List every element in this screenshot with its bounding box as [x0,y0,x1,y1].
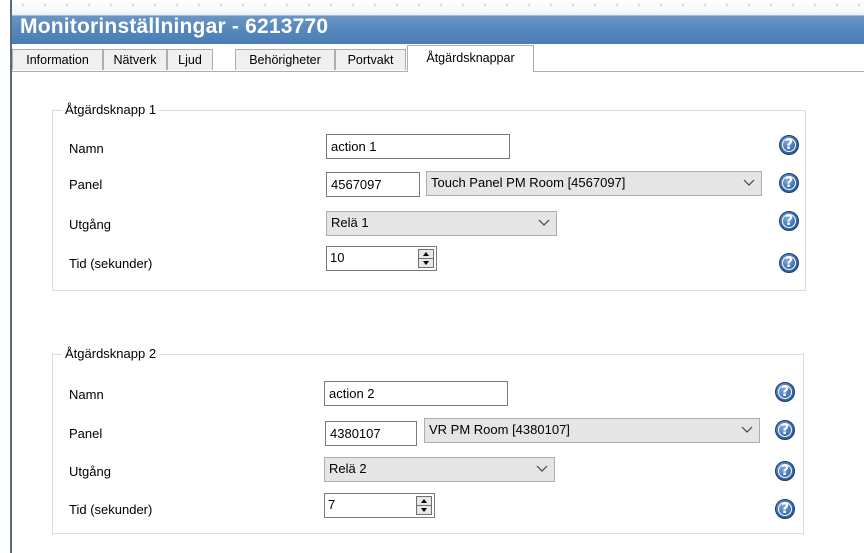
tab-strip: Information Nätverk Ljud Behörigheter Po… [12,44,864,72]
help-question-icon[interactable]: ? [775,499,795,519]
help-question-icon[interactable]: ? [775,461,795,481]
name-label: Namn [69,141,104,156]
tab-content: Åtgärdsknapp 1 Namn action 1 ? Panel 456… [12,72,864,553]
tab-information[interactable]: Information [12,49,103,70]
spin-down-icon[interactable] [419,259,433,267]
title-bar-pattern [12,0,864,14]
help-question-icon[interactable]: ? [775,382,795,402]
group-title: Åtgärdsknapp 1 [62,102,160,118]
help-question-icon[interactable]: ? [779,135,799,155]
time-spinner[interactable]: 7 [324,493,435,518]
spinner-buttons [416,496,432,515]
name-field[interactable]: action 2 [324,381,508,406]
time-label: Tid (sekunder) [69,502,153,517]
name-label: Namn [69,387,104,402]
output-label: Utgång [69,464,111,479]
chevron-down-icon [743,179,755,186]
panel-select-value: VR PM Room [4380107] [429,422,570,437]
tab-natverk[interactable]: Nätverk [103,49,167,70]
title-bar: Monitorinställningar - 6213770 [12,0,864,44]
tab-atgardsknappar[interactable]: Åtgärdsknappar [407,45,534,72]
help-question-icon[interactable]: ? [779,211,799,231]
panel-id-field[interactable]: 4567097 [326,172,420,197]
window-title: Monitorinställningar - 6213770 [20,15,329,38]
window-frame-left [0,0,12,553]
panel-label: Panel [69,426,103,441]
output-select[interactable]: Relä 1 [326,211,557,236]
output-select-value: Relä 2 [329,461,367,476]
help-question-icon[interactable]: ? [775,420,795,440]
help-question-icon[interactable]: ? [779,173,799,193]
time-spinner[interactable]: 10 [326,246,437,271]
tab-ljud[interactable]: Ljud [167,49,213,70]
time-label: Tid (sekunder) [69,256,153,271]
output-select-value: Relä 1 [331,215,369,230]
output-label: Utgång [69,217,111,232]
time-value: 7 [328,497,336,512]
spinner-buttons [418,249,434,268]
panel-select-value: Touch Panel PM Room [4567097] [431,175,626,190]
spin-down-icon[interactable] [417,506,431,514]
panel-id-field[interactable]: 4380107 [325,421,417,446]
group-title: Åtgärdsknapp 2 [62,346,160,362]
panel-select[interactable]: VR PM Room [4380107] [424,418,760,443]
time-value: 10 [330,250,345,265]
panel-label: Panel [69,177,103,192]
panel-select[interactable]: Touch Panel PM Room [4567097] [426,171,762,196]
chevron-down-icon [741,426,753,433]
name-field[interactable]: action 1 [326,134,510,159]
output-select[interactable]: Relä 2 [324,457,555,482]
chevron-down-icon [536,465,548,472]
tab-portvakt[interactable]: Portvakt [335,49,406,70]
spin-up-icon[interactable] [417,497,431,506]
help-question-icon[interactable]: ? [779,253,799,273]
tab-behorigheter[interactable]: Behörigheter [235,49,335,70]
spin-up-icon[interactable] [419,250,433,259]
chevron-down-icon [538,219,550,226]
